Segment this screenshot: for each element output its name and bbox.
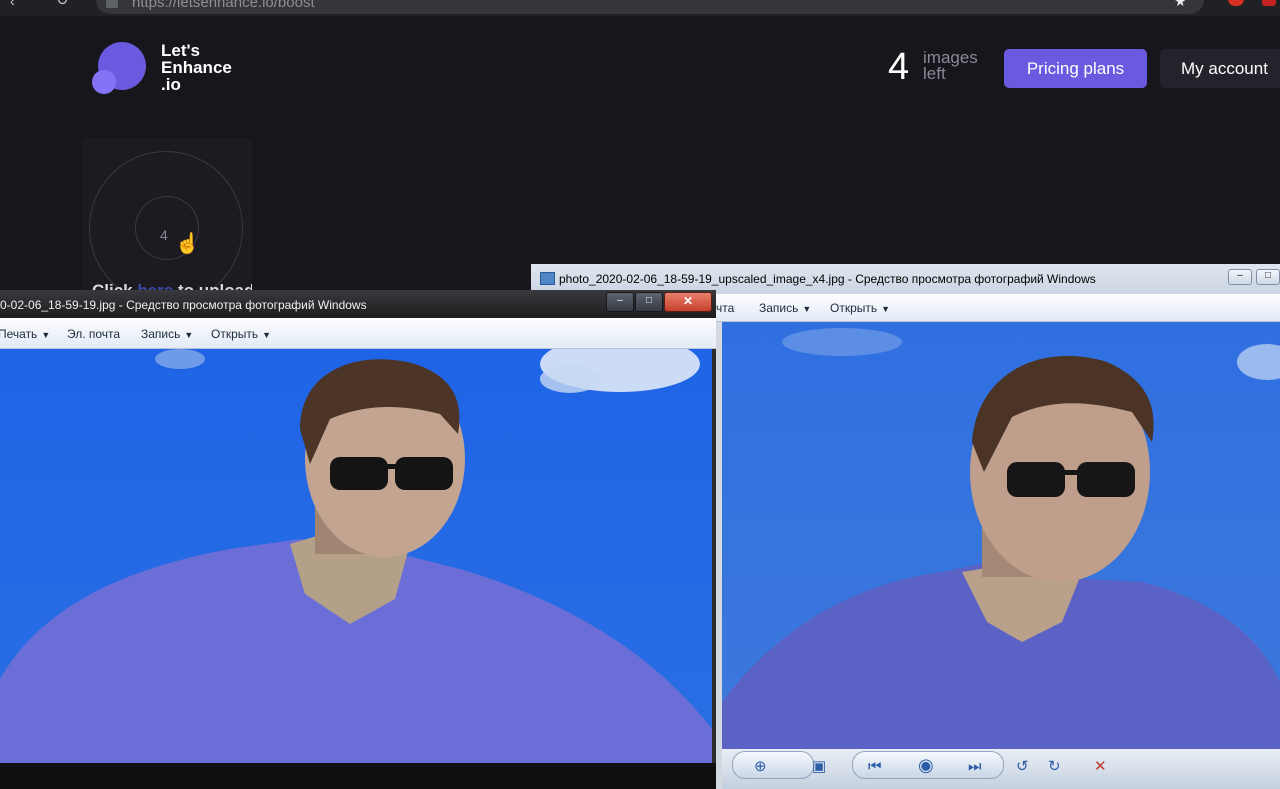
extension-icon[interactable]	[1228, 0, 1244, 6]
viewer-toolbar	[0, 763, 716, 789]
address-bar[interactable]: https://letsenhance.io/boost	[96, 0, 1204, 14]
images-left-label: images left	[923, 49, 978, 83]
chevron-down-icon: ▼	[184, 330, 194, 340]
browser-toolbar: ‹ ↻ https://letsenhance.io/boost ★	[0, 0, 1280, 16]
star-icon[interactable]: ★	[1174, 0, 1187, 8]
next-icon[interactable]: ⏭	[968, 759, 982, 775]
photo-display[interactable]	[722, 322, 1280, 749]
extension-icon[interactable]	[1262, 0, 1276, 6]
logo-line: Enhance	[161, 58, 232, 77]
chevron-down-icon: ▼	[262, 330, 272, 340]
menu-email-label: Эл. почта	[67, 327, 121, 341]
logo-text[interactable]: Let's Enhance .io	[161, 42, 251, 93]
logo-line: .io	[161, 75, 181, 94]
upload-count: 4	[160, 227, 168, 243]
previous-icon[interactable]: ⏮	[868, 759, 882, 775]
images-left-count: 4	[888, 46, 910, 88]
photo-viewer-icon	[540, 272, 555, 285]
window-title: photo_2020-02-06_18-59-19_upscaled_image…	[559, 272, 1096, 286]
slideshow-icon[interactable]: ◉	[918, 756, 934, 774]
menu-email-label: чта	[716, 301, 735, 315]
zoom-group	[732, 751, 814, 779]
menu-email[interactable]: Эл. почта	[67, 327, 120, 341]
logo-icon[interactable]	[92, 40, 148, 96]
images-left-line: left	[923, 64, 946, 83]
upload-dropzone[interactable]: 4 ☝ Click here to upload	[82, 138, 252, 298]
back-icon[interactable]: ‹	[10, 0, 24, 8]
my-account-button[interactable]: My account	[1160, 49, 1280, 88]
menu-open[interactable]: Открыть ▼	[211, 327, 271, 341]
menu-open-label: Открыть	[211, 327, 259, 341]
chevron-down-icon: ▼	[41, 330, 51, 340]
menu-open[interactable]: Открыть ▼	[830, 301, 890, 315]
chevron-down-icon: ▼	[881, 304, 891, 314]
window-title: 0-02-06_18-59-19.jpg - Средство просмотр…	[0, 298, 367, 312]
menu-open-label: Открыть	[830, 301, 878, 315]
minimize-button[interactable]: –	[606, 292, 634, 312]
zoom-icon[interactable]: ⊕	[754, 759, 767, 775]
reload-icon[interactable]: ↻	[56, 0, 72, 9]
maximize-button[interactable]: □	[635, 292, 663, 312]
delete-icon[interactable]: ✕	[1094, 759, 1107, 775]
menu-burn[interactable]: Запись ▼	[759, 301, 811, 315]
logo-line: Let's	[161, 41, 200, 60]
menu-print-label: Печать	[0, 327, 38, 341]
menu-burn-label: Запись	[141, 327, 181, 341]
chevron-down-icon: ▼	[802, 304, 812, 314]
photo-viewer-window-original[interactable]: 0-02-06_18-59-19.jpg - Средство просмотр…	[0, 290, 716, 789]
url-text[interactable]: https://letsenhance.io/boost	[132, 0, 315, 11]
photo-display[interactable]	[0, 349, 712, 763]
scrollbar[interactable]	[712, 349, 716, 763]
rotate-right-icon[interactable]: ↻	[1048, 759, 1061, 775]
menu-email[interactable]: чта	[716, 301, 734, 315]
close-button[interactable]: ✕	[664, 292, 712, 312]
menu-bar: Печать▼ Эл. почта Запись▼ Открыть▼ ?	[0, 318, 716, 369]
minimize-button[interactable]: –	[1228, 269, 1252, 285]
pricing-plans-button[interactable]: Pricing plans	[1004, 49, 1147, 88]
viewer-toolbar: ⊕ ▣ ⏮ ◉ ⏭ ↺ ↻ ✕	[722, 749, 1280, 789]
window-titlebar[interactable]: 0-02-06_18-59-19.jpg - Средство просмотр…	[0, 290, 716, 318]
menu-burn-label: Запись	[759, 301, 799, 315]
lock-icon	[106, 0, 118, 8]
menu-burn[interactable]: Запись ▼	[141, 327, 193, 341]
menu-print[interactable]: Печать ▼	[0, 327, 50, 341]
hand-pointer-icon: ☝	[175, 233, 200, 255]
rotate-left-icon[interactable]: ↺	[1016, 759, 1029, 775]
fit-window-icon[interactable]: ▣	[812, 759, 826, 775]
maximize-button[interactable]: □	[1256, 269, 1280, 285]
